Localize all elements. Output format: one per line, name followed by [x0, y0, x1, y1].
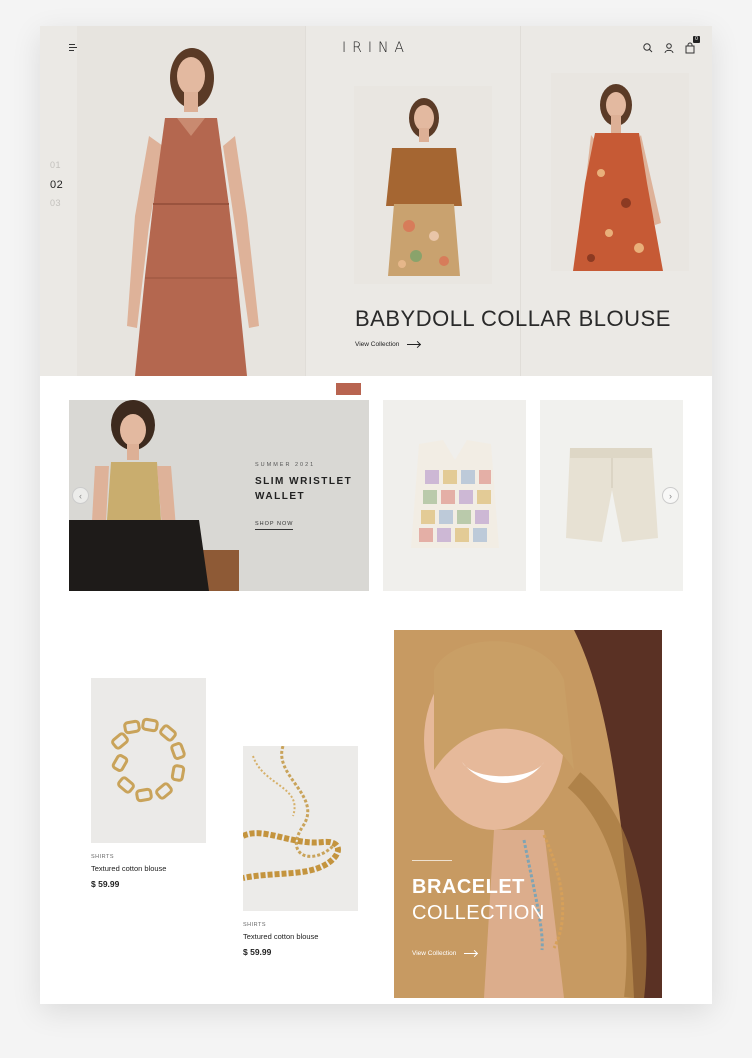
header-actions: 0	[642, 36, 700, 54]
guide-line	[305, 26, 306, 376]
view-collection-label: View Collection	[412, 950, 457, 957]
product-price: $ 59.99	[91, 879, 120, 889]
carousel-prev-button[interactable]: ‹	[72, 487, 89, 504]
search-icon[interactable]	[642, 41, 654, 53]
carousel-next-button[interactable]: ›	[662, 487, 679, 504]
hero-main-photo	[77, 26, 305, 376]
product-info: SHIRTS Textured cotton blouse $ 59.99	[243, 922, 318, 957]
hero-secondary-photo	[354, 86, 492, 284]
collection-view-link[interactable]: View Collection	[412, 950, 478, 957]
view-collection-label: View Collection	[355, 341, 400, 348]
hero-view-collection-link[interactable]: View Collection	[355, 341, 421, 348]
vest-photo	[383, 400, 526, 591]
arrow-right-icon	[407, 344, 421, 345]
slide-number[interactable]: 03	[50, 198, 63, 217]
cart-icon[interactable]: 0	[684, 36, 700, 54]
product-card-vest[interactable]	[383, 400, 526, 591]
bracelet-model-photo	[394, 630, 662, 998]
promo-title: SLIM WRISTLET WALLET	[255, 476, 353, 502]
bracelet-collection-banner[interactable]: BRACELET COLLECTION View Collection	[394, 630, 662, 998]
arrow-right-icon	[464, 953, 478, 954]
promo-season: SUMMER 2021	[255, 462, 316, 468]
promo-banner[interactable]: SUMMER 2021 SLIM WRISTLET WALLET SHOP NO…	[69, 400, 369, 591]
slide-number[interactable]: 01	[50, 160, 63, 179]
collection-divider	[412, 860, 452, 861]
chevron-right-icon: ›	[669, 490, 672, 501]
hero-tertiary-photo	[551, 73, 689, 271]
product-info: SHIRTS Textured cotton blouse $ 59.99	[91, 854, 166, 889]
chevron-left-icon: ‹	[79, 490, 82, 501]
shop-now-link[interactable]: SHOP NOW	[255, 521, 294, 530]
product-category: SHIRTS	[243, 922, 267, 928]
product-image-necklace[interactable]	[91, 678, 206, 843]
hero-section: IRINA 0 01 02 03 BABYDOLL COLLAR BLOUSE …	[40, 26, 712, 376]
product-name[interactable]: Textured cotton blouse	[243, 932, 318, 941]
slide-number-active[interactable]: 02	[50, 179, 63, 198]
hero-title: BABYDOLL COLLAR BLOUSE	[355, 306, 671, 331]
collection-title-bold: BRACELET	[412, 876, 525, 898]
cart-count-badge: 0	[693, 36, 700, 43]
product-name[interactable]: Textured cotton blouse	[91, 864, 166, 873]
product-category: SHIRTS	[91, 854, 115, 860]
accent-bar	[336, 383, 361, 395]
user-icon[interactable]	[663, 41, 675, 54]
product-image-chains[interactable]	[243, 746, 358, 911]
page: IRINA 0 01 02 03 BABYDOLL COLLAR BLOUSE …	[40, 26, 712, 1004]
slide-pagination: 01 02 03	[50, 160, 63, 217]
product-price: $ 59.99	[243, 947, 272, 957]
collection-title-light: COLLECTION	[412, 902, 545, 924]
